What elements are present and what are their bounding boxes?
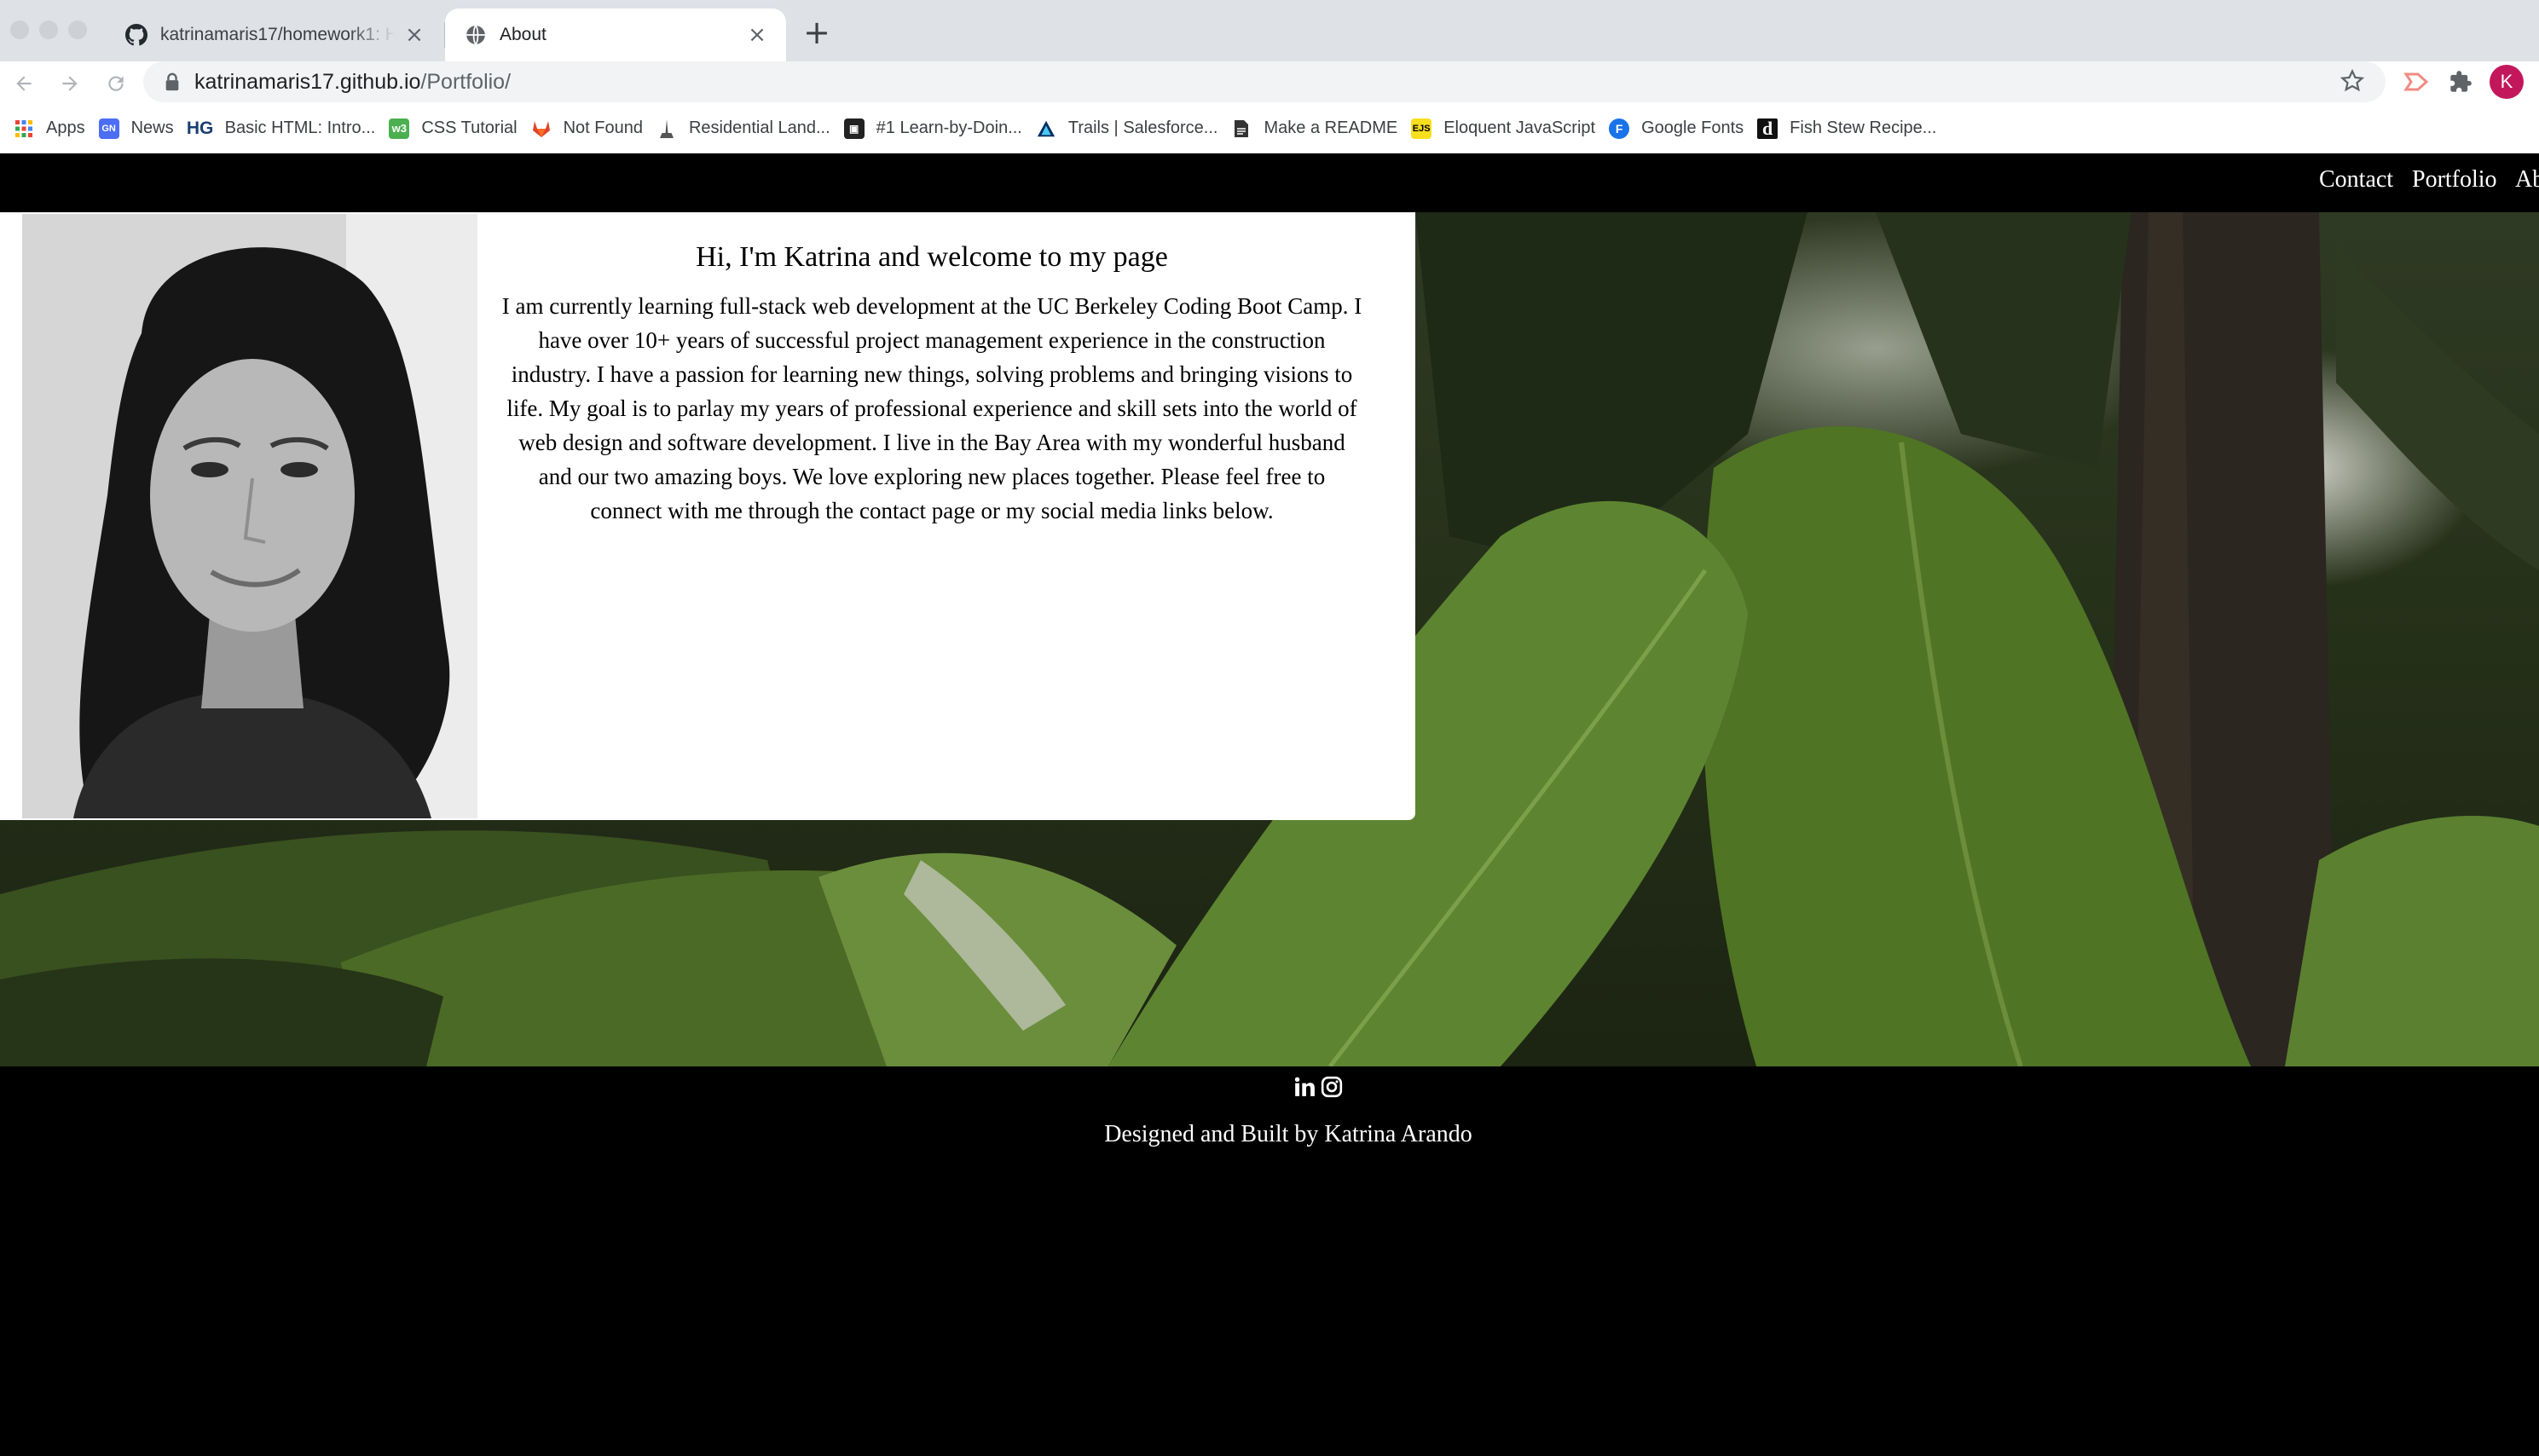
- bookmark-apps[interactable]: Apps: [14, 112, 99, 146]
- bookmark-label: Fish Stew Recipe...: [1790, 118, 1937, 137]
- trailhead-icon: [1036, 118, 1056, 139]
- window-minimize-button[interactable]: [39, 20, 58, 39]
- site-nav: Contact Portfolio About: [0, 154, 2539, 212]
- tab-title: About: [500, 25, 547, 44]
- bookmark-learn-by-doing[interactable]: ▣ #1 Learn-by-Doin...: [843, 112, 1036, 146]
- bookmark-label: CSS Tutorial: [421, 118, 518, 137]
- window-close-button[interactable]: [10, 20, 29, 39]
- gitlab-icon: [531, 118, 552, 139]
- bookmark-label: Make a README: [1264, 118, 1398, 137]
- web-page: Contact Portfolio About: [0, 154, 2539, 1456]
- d-icon: d: [1757, 118, 1778, 139]
- google-fonts-icon: F: [1609, 118, 1630, 139]
- bookmark-news[interactable]: GN News: [98, 112, 188, 146]
- tab-title: katrinamaris17/homework1: Ho: [160, 25, 396, 44]
- about-text-block: Hi, I'm Katrina and welcome to my page I…: [501, 236, 1362, 528]
- learn-icon: ▣: [843, 118, 865, 139]
- back-icon[interactable]: [7, 66, 41, 101]
- globe-icon: [464, 23, 488, 47]
- portrait-image: [22, 214, 477, 818]
- bookmark-label: Apps: [46, 118, 85, 137]
- extension-icon[interactable]: [2399, 65, 2433, 99]
- bookmark-label: #1 Learn-by-Doin...: [876, 118, 1022, 137]
- bookmark-google-fonts[interactable]: F Google Fonts: [1609, 112, 1757, 146]
- footer-credit: Designed and Built by Katrina Arando: [1104, 1121, 1472, 1147]
- w3-icon: w3: [389, 118, 410, 139]
- window-zoom-button[interactable]: [68, 20, 87, 39]
- bookmark-make-readme[interactable]: Make a README: [1231, 112, 1411, 146]
- bookmarks-bar: Apps GN News HG Basic HTML: Intro... w3 …: [0, 104, 2539, 153]
- nav-link-portfolio[interactable]: Portfolio: [2412, 166, 2497, 194]
- about-title: Hi, I'm Katrina and welcome to my page: [696, 241, 1168, 273]
- bookmark-star-icon[interactable]: [2339, 68, 2367, 95]
- ejs-icon: EJS: [1411, 118, 1432, 139]
- linkedin-icon[interactable]: [1293, 1075, 1316, 1099]
- bookmark-label: Google Fonts: [1641, 118, 1744, 137]
- bookmark-basic-html[interactable]: HG Basic HTML: Intro...: [186, 112, 390, 146]
- bookmark-eloquent-js[interactable]: EJS Eloquent JavaScript: [1411, 112, 1609, 146]
- document-icon: [1231, 118, 1252, 139]
- browser-tab-strip: katrinamaris17/homework1: Ho × About × +: [0, 0, 2539, 61]
- github-icon: [124, 23, 148, 47]
- puzzle-extensions-icon[interactable]: [2444, 65, 2478, 99]
- bookmark-residential-land[interactable]: Residential Land...: [656, 112, 844, 146]
- new-tab-button[interactable]: +: [801, 14, 832, 51]
- instagram-icon[interactable]: [1320, 1075, 1344, 1099]
- bookmark-label: Not Found: [563, 118, 643, 137]
- lock-icon[interactable]: [164, 72, 181, 91]
- bookmark-label: Eloquent JavaScript: [1443, 118, 1596, 137]
- bookmark-trails-salesforce[interactable]: Trails | Salesforce...: [1036, 112, 1232, 146]
- bookmark-label: News: [130, 118, 174, 137]
- nav-link-contact[interactable]: Contact: [2319, 166, 2393, 194]
- bookmark-label: Residential Land...: [688, 118, 830, 137]
- bookmark-label: Basic HTML: Intro...: [224, 118, 376, 137]
- tab-close-icon[interactable]: ×: [747, 22, 767, 48]
- tower-icon: [656, 118, 677, 139]
- news-icon: GN: [98, 118, 119, 139]
- browser-toolbar: katrinamaris17.github.io/Portfolio/ K: [0, 61, 2539, 104]
- about-card: Hi, I'm Katrina and welcome to my page I…: [0, 212, 1415, 820]
- apps-grid-icon: [14, 118, 34, 139]
- about-body: I am currently learning full-stack web d…: [501, 293, 1362, 523]
- hg-icon: HG: [186, 118, 214, 138]
- reload-icon[interactable]: [99, 66, 133, 101]
- bookmark-not-found[interactable]: Not Found: [531, 112, 656, 146]
- tab-about[interactable]: About ×: [445, 9, 786, 61]
- profile-photo: [22, 214, 477, 818]
- address-bar[interactable]: katrinamaris17.github.io/Portfolio/: [143, 61, 2386, 102]
- social-links: [1293, 1075, 1344, 1099]
- bookmark-css-tutorial[interactable]: w3 CSS Tutorial: [389, 112, 530, 146]
- nav-link-about[interactable]: About: [2515, 166, 2539, 194]
- site-footer: Designed and Built by Katrina Arando: [0, 1066, 2539, 1456]
- bookmark-label: Trails | Salesforce...: [1067, 118, 1218, 137]
- url-text: katrinamaris17.github.io/Portfolio/: [194, 69, 512, 94]
- forward-icon[interactable]: [53, 66, 87, 101]
- tab-close-icon[interactable]: ×: [404, 22, 425, 48]
- tab-github[interactable]: katrinamaris17/homework1: Ho ×: [106, 9, 443, 61]
- hero-section: Hi, I'm Katrina and welcome to my page I…: [0, 212, 2539, 1066]
- profile-avatar[interactable]: K: [2490, 65, 2524, 99]
- bookmark-fish-stew[interactable]: d Fish Stew Recipe...: [1757, 112, 1950, 146]
